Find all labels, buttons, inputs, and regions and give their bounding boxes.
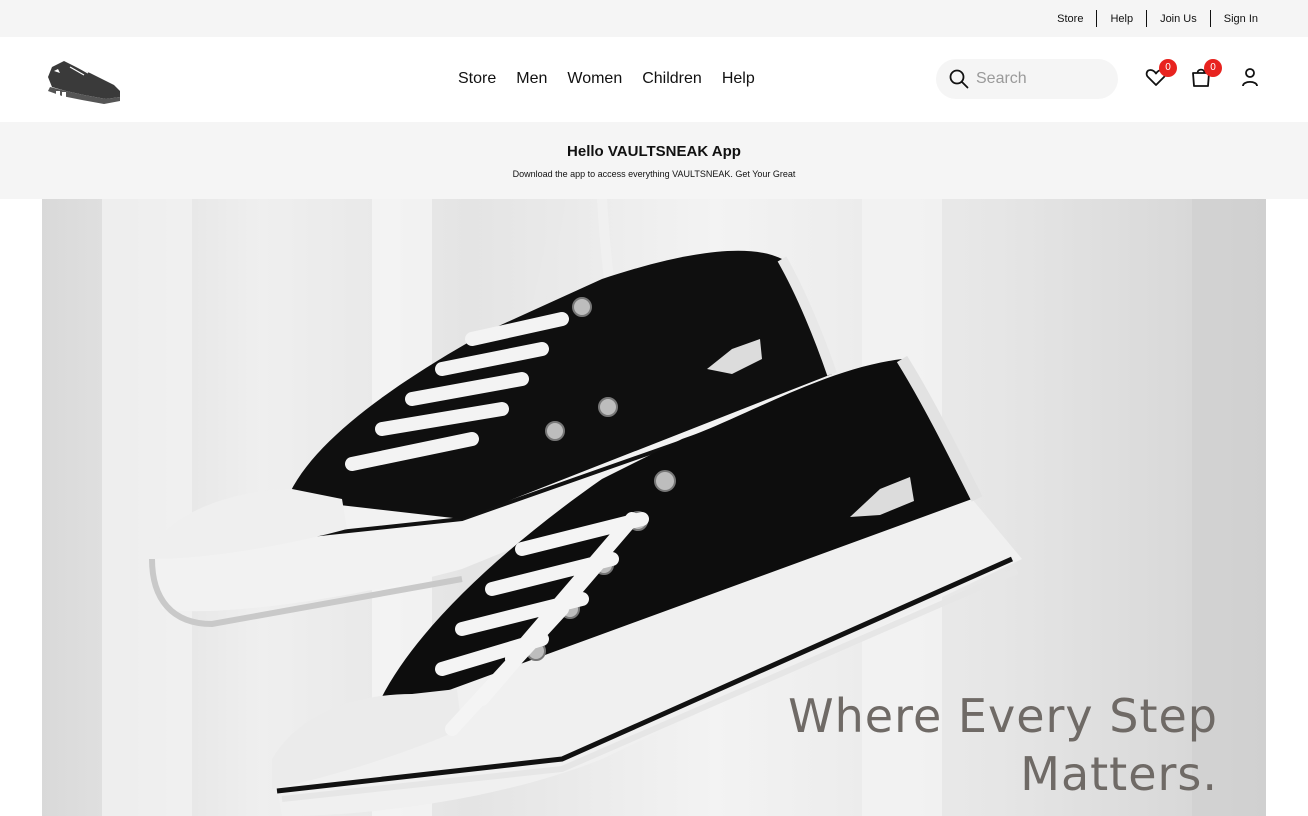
nav-item-children[interactable]: Children [642, 69, 702, 89]
search-box[interactable] [936, 59, 1118, 99]
heart-icon [1144, 69, 1168, 93]
promo-title: Hello VAULTSNEAK App [567, 143, 741, 160]
utility-link-help[interactable]: Help [1097, 13, 1146, 25]
favorites-button[interactable]: 0 [1144, 59, 1177, 93]
utility-link-join-us[interactable]: Join Us [1147, 13, 1210, 25]
favorites-count-badge: 0 [1159, 59, 1177, 77]
nav-item-help[interactable]: Help [722, 69, 755, 89]
hero-tagline: Where Every Step Matters. [788, 687, 1218, 803]
cart-button[interactable]: 0 [1189, 59, 1222, 93]
account-button[interactable] [1238, 65, 1264, 91]
nav-item-women[interactable]: Women [567, 69, 622, 89]
hero-tagline-line-1: Where Every Step [788, 689, 1218, 743]
hero-banner[interactable]: Where Every Step Matters. [42, 199, 1266, 816]
nav-item-men[interactable]: Men [516, 69, 547, 89]
sneaker-logo-icon[interactable] [44, 57, 124, 105]
primary-nav: Store Men Women Children Help [458, 69, 755, 89]
shopping-bag-icon [1189, 68, 1213, 93]
utility-link-sign-in[interactable]: Sign In [1211, 13, 1258, 25]
search-input[interactable] [976, 70, 1106, 88]
main-header: Store Men Women Children Help 0 0 [0, 37, 1308, 122]
cart-count-badge: 0 [1204, 59, 1222, 77]
search-icon[interactable] [948, 68, 970, 90]
promo-subtitle: Download the app to access everything VA… [512, 169, 796, 179]
user-icon [1238, 68, 1262, 93]
hero-tagline-line-2: Matters. [1020, 747, 1218, 801]
utility-bar: Store Help Join Us Sign In [0, 0, 1308, 37]
app-promo-banner[interactable]: Hello VAULTSNEAK App Download the app to… [0, 122, 1308, 199]
utility-link-store[interactable]: Store [1044, 13, 1096, 25]
nav-item-store[interactable]: Store [458, 69, 496, 89]
